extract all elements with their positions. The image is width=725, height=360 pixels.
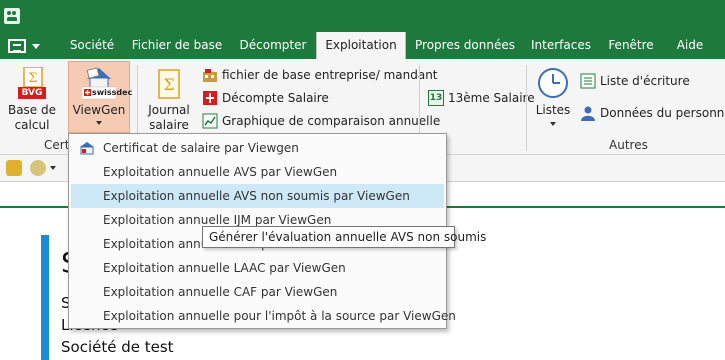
- tab-decompter[interactable]: Décompter: [232, 32, 314, 59]
- journal-salaire-button[interactable]: Σ Journal salaire: [143, 61, 195, 137]
- graphique-comparaison-button[interactable]: Graphique de comparaison annuelle: [200, 111, 440, 131]
- tab-propres-donnees[interactable]: Propres données: [413, 32, 517, 59]
- menu-item-caf[interactable]: Exploitation annuelle CAF par ViewGen: [71, 280, 444, 304]
- chevron-down-icon[interactable]: [50, 166, 56, 170]
- tooltip: Générer l'évaluation annuelle AVS non so…: [202, 226, 486, 248]
- liste-ecriture-button[interactable]: Liste d'écriture: [578, 71, 690, 91]
- menu-item-avs[interactable]: Exploitation annuelle AVS par ViewGen: [71, 160, 444, 184]
- donnees-personnel-button[interactable]: Données du personnel: [578, 103, 725, 123]
- group-label-autres: Autres: [609, 138, 648, 152]
- bvg-badge: BVG: [21, 88, 43, 98]
- listes-button[interactable]: Listes: [533, 61, 573, 137]
- base-de-calcul-button[interactable]: Σ BVG Base de calcul: [6, 61, 58, 137]
- chevron-down-icon: [32, 44, 40, 49]
- treizieme-salaire-label: 13ème Salaire: [448, 91, 535, 105]
- clock-icon: [537, 67, 569, 99]
- tab-fenetre[interactable]: Fenêtre: [604, 32, 658, 59]
- base-de-calcul-label-1: Base de: [7, 103, 57, 117]
- journal-label-1: Journal: [148, 103, 190, 117]
- enterprise-icon: [202, 67, 218, 83]
- menu-item-label: Exploitation annuelle AVS non soumis par…: [103, 189, 410, 203]
- accent-bar: [41, 235, 49, 360]
- fichier-de-base-entreprise-label: fichier de base entreprise/ mandant: [222, 68, 438, 82]
- menu-bar: Société Fichier de base Décompter Exploi…: [0, 32, 725, 59]
- company-name: Société de test: [61, 338, 174, 356]
- chevron-down-icon: [550, 122, 556, 126]
- viewgen-button[interactable]: swissdec ViewGen: [68, 61, 132, 133]
- calendar-13-icon: 13: [428, 90, 444, 106]
- fichier-de-base-entreprise-button[interactable]: fichier de base entreprise/ mandant: [200, 65, 438, 85]
- liste-ecriture-label: Liste d'écriture: [600, 74, 690, 88]
- app-icon[interactable]: [4, 8, 20, 24]
- menu-item-certificat-salaire[interactable]: Certificat de salaire par Viewgen: [71, 136, 444, 160]
- menu-item-label: Exploitation annuelle AVS par ViewGen: [103, 165, 338, 179]
- title-bar: [0, 0, 725, 32]
- viewgen-label: ViewGen: [72, 103, 126, 117]
- viewgen-icon: swissdec: [82, 65, 132, 101]
- list-icon: [580, 73, 596, 89]
- menu-item-laac[interactable]: Exploitation annuelle LAAC par ViewGen: [71, 256, 444, 280]
- treizieme-salaire-button[interactable]: 13 13ème Salaire: [426, 88, 535, 108]
- person-icon: [580, 105, 596, 121]
- tab-societe[interactable]: Société: [63, 32, 121, 59]
- donnees-personnel-label: Données du personnel: [600, 106, 725, 120]
- menu-item-label: Exploitation annuelle pour l'impôt à la …: [103, 309, 456, 323]
- gear-icon[interactable]: [30, 160, 46, 176]
- ribbon-separator: [526, 65, 527, 151]
- chart-icon: [202, 113, 218, 129]
- tab-fichier-de-base[interactable]: Fichier de base: [130, 32, 224, 59]
- database-icon[interactable]: [6, 160, 22, 176]
- journal-sigma-icon: Σ: [158, 69, 180, 99]
- chevron-down-icon: [96, 121, 102, 125]
- swissdec-brand: swissdec: [92, 88, 133, 97]
- base-de-calcul-label-2: calcul: [14, 118, 50, 132]
- menu-item-label: Exploitation annuelle LAAC par ViewGen: [103, 261, 346, 275]
- svg-text:Σ: Σ: [163, 75, 174, 94]
- menu-item-label: Exploitation annuelle IJM par ViewGen: [103, 213, 332, 227]
- listes-label: Listes: [535, 103, 571, 117]
- tab-interfaces[interactable]: Interfaces: [528, 32, 594, 59]
- certificate-icon: [79, 141, 95, 155]
- decompte-icon: [202, 90, 218, 106]
- menu-item-label: Certificat de salaire par Viewgen: [103, 141, 299, 155]
- decompte-salaire-button[interactable]: Décompte Salaire: [200, 88, 329, 108]
- journal-label-2: salaire: [149, 118, 189, 132]
- menu-item-impot-source[interactable]: Exploitation annuelle pour l'impôt à la …: [71, 304, 456, 328]
- file-menu-button[interactable]: [8, 38, 44, 54]
- graphique-comparaison-label: Graphique de comparaison annuelle: [222, 114, 441, 128]
- menu-item-label: Exploitation annuelle CAF par ViewGen: [103, 285, 338, 299]
- tab-aide[interactable]: Aide: [670, 32, 710, 59]
- svg-text:Σ: Σ: [28, 71, 37, 86]
- file-menu-icon: [8, 39, 26, 53]
- bvg-icon: Σ BVG: [17, 67, 47, 101]
- menu-item-avs-non-soumis[interactable]: Exploitation annuelle AVS non soumis par…: [71, 184, 444, 208]
- tab-exploitation[interactable]: Exploitation: [316, 32, 406, 59]
- decompte-salaire-label: Décompte Salaire: [222, 91, 329, 105]
